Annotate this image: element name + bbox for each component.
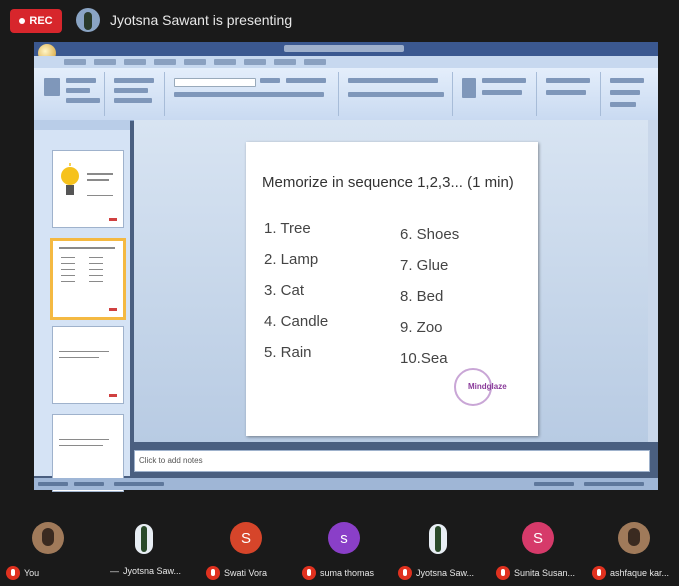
panel-tabs[interactable] — [34, 120, 130, 130]
pinned-icon: — — [110, 566, 119, 576]
mic-muted-icon — [592, 566, 606, 580]
participant-tile[interactable]: S Swati Vora — [200, 514, 286, 586]
participant-name: suma thomas — [320, 568, 375, 578]
mic-muted-icon — [206, 566, 220, 580]
list-item: 8. Bed — [400, 288, 444, 305]
mindglaze-logo: Mindglaze — [454, 368, 524, 408]
shared-screen: Memorize in sequence 1,2,3... (1 min) 1.… — [34, 42, 658, 492]
participant-name: Jyotsna Saw... — [123, 566, 182, 576]
avatar: s — [328, 522, 360, 554]
mic-muted-icon — [398, 566, 412, 580]
list-item: 3. Cat — [264, 282, 305, 299]
current-slide[interactable]: Memorize in sequence 1,2,3... (1 min) 1.… — [246, 142, 538, 436]
recording-indicator[interactable]: REC — [10, 9, 62, 33]
status-bar — [34, 478, 658, 490]
avatar — [128, 522, 160, 554]
participant-name: Swati Vora — [224, 568, 268, 578]
powerpoint-title-bar — [34, 42, 658, 56]
participant-tile[interactable]: You — [4, 514, 90, 586]
ribbon-tabs — [34, 56, 658, 68]
presenting-banner: Jyotsna Sawant is presenting — [110, 12, 293, 28]
mic-muted-icon — [6, 566, 20, 580]
slide-canvas: Memorize in sequence 1,2,3... (1 min) 1.… — [134, 120, 648, 442]
notes-placeholder: Click to add notes — [139, 456, 203, 465]
list-item: 10.Sea — [400, 350, 448, 367]
avatar: S — [522, 522, 554, 554]
list-item: 5. Rain — [264, 344, 312, 361]
participant-name: ashfaque kar... — [610, 568, 670, 578]
slide-title: Memorize in sequence 1,2,3... (1 min) — [262, 174, 514, 191]
avatar — [32, 522, 64, 554]
vertical-scrollbar[interactable] — [648, 120, 658, 442]
record-dot-icon — [19, 18, 26, 24]
avatar — [422, 522, 454, 554]
avatar — [618, 522, 650, 554]
slide-thumbnail-1[interactable] — [52, 150, 124, 228]
recording-label: REC — [29, 15, 53, 27]
participant-name: Jyotsna Saw... — [416, 568, 475, 578]
participant-tile[interactable]: ashfaque kar... — [592, 514, 678, 586]
mic-muted-icon — [496, 566, 510, 580]
list-item: 2. Lamp — [264, 251, 319, 268]
participant-tile[interactable]: — Jyotsna Saw... — [98, 514, 184, 586]
list-item: 6. Shoes — [400, 226, 460, 243]
list-item: 1. Tree — [264, 220, 311, 237]
lightbulb-icon — [61, 163, 79, 195]
slide-thumbnail-3[interactable] — [52, 326, 124, 404]
avatar: S — [230, 522, 262, 554]
ribbon-toolbar — [34, 68, 658, 121]
participant-tile[interactable]: S Sunita Susan... — [496, 514, 582, 586]
participant-tile[interactable]: Jyotsna Saw... — [398, 514, 484, 586]
participant-name: You — [24, 568, 40, 578]
slide-thumbnail-2[interactable] — [50, 238, 126, 320]
slides-panel — [34, 120, 130, 492]
list-item: 7. Glue — [400, 257, 449, 274]
participant-gallery: You — Jyotsna Saw... S Swati Vora s suma… — [0, 514, 679, 586]
participant-name: Sunita Susan... — [514, 568, 576, 578]
list-item: 9. Zoo — [400, 319, 443, 336]
mic-muted-icon — [302, 566, 316, 580]
meeting-top-bar: REC Jyotsna Sawant is presenting — [0, 0, 679, 40]
presenter-avatar — [76, 8, 100, 32]
notes-pane[interactable]: Click to add notes — [134, 450, 650, 472]
participant-tile[interactable]: s suma thomas — [300, 514, 386, 586]
list-item: 4. Candle — [264, 313, 329, 330]
